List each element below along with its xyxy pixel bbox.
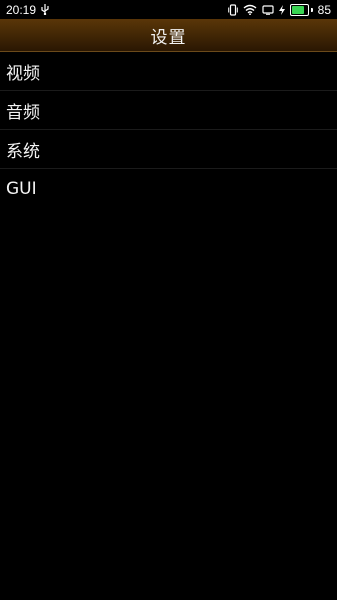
settings-menu: 视频 音频 系统 GUI <box>0 52 337 208</box>
battery-percent: 85 <box>317 2 331 17</box>
menu-item-label: 视频 <box>6 63 40 84</box>
wifi-icon <box>243 4 257 15</box>
status-left: 20:19 <box>0 3 49 17</box>
vibrate-icon <box>227 3 238 16</box>
menu-item-video[interactable]: 视频 <box>0 52 337 91</box>
menu-item-audio[interactable]: 音频 <box>0 91 337 130</box>
battery-icon <box>289 3 309 16</box>
menu-item-gui[interactable]: GUI <box>0 169 337 208</box>
menu-item-system[interactable]: 系统 <box>0 130 337 169</box>
battery-indicator <box>289 3 313 16</box>
battery-cap <box>310 7 313 12</box>
menu-item-label: 系统 <box>6 141 40 162</box>
status-time: 20:19 <box>6 2 37 17</box>
menu-item-label: 音频 <box>6 102 40 123</box>
menu-item-label: GUI <box>6 178 37 199</box>
status-bar: 20:19 85 <box>0 0 337 19</box>
title-bar: 设置 <box>0 19 337 52</box>
charging-bolt-icon <box>278 4 285 15</box>
screen-icon <box>262 4 274 15</box>
battery-fill <box>291 5 305 14</box>
status-right: 85 <box>227 2 337 17</box>
page-title: 设置 <box>150 27 187 48</box>
usb-icon <box>41 4 49 15</box>
